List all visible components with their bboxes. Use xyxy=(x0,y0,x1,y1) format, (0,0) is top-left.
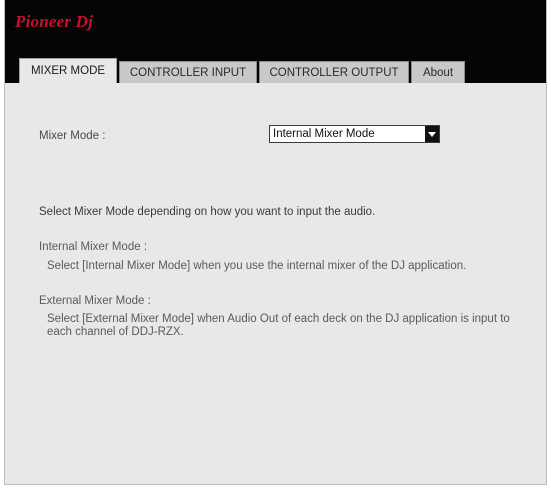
tab-bar: MIXER MODE CONTROLLER INPUT CONTROLLER O… xyxy=(19,58,467,83)
tab-controller-input[interactable]: CONTROLLER INPUT xyxy=(119,61,257,83)
dropdown-arrow-icon[interactable] xyxy=(425,126,439,142)
external-mode-heading: External Mixer Mode : xyxy=(39,295,151,307)
tab-controller-output[interactable]: CONTROLLER OUTPUT xyxy=(259,61,409,83)
external-mode-description: Select [External Mixer Mode] when Audio … xyxy=(47,313,510,338)
tab-mixer-mode[interactable]: MIXER MODE xyxy=(19,58,117,83)
internal-mode-heading: Internal Mixer Mode : xyxy=(39,241,148,253)
mixer-mode-select[interactable]: Internal Mixer Mode xyxy=(269,125,440,143)
mixer-mode-label: Mixer Mode : xyxy=(39,130,106,142)
internal-mode-description: Select [Internal Mixer Mode] when you us… xyxy=(47,260,467,272)
title-bar: Pioneer Dj MIXER MODE CONTROLLER INPUT C… xyxy=(5,0,546,83)
intro-text: Select Mixer Mode depending on how you w… xyxy=(39,206,376,218)
tab-about[interactable]: About xyxy=(411,61,465,83)
settings-window: Pioneer Dj MIXER MODE CONTROLLER INPUT C… xyxy=(4,0,547,485)
pioneer-dj-logo: Pioneer Dj xyxy=(15,12,94,31)
mixer-mode-panel: Mixer Mode : Internal Mixer Mode Select … xyxy=(5,83,546,483)
mixer-mode-selected-value: Internal Mixer Mode xyxy=(273,128,375,140)
